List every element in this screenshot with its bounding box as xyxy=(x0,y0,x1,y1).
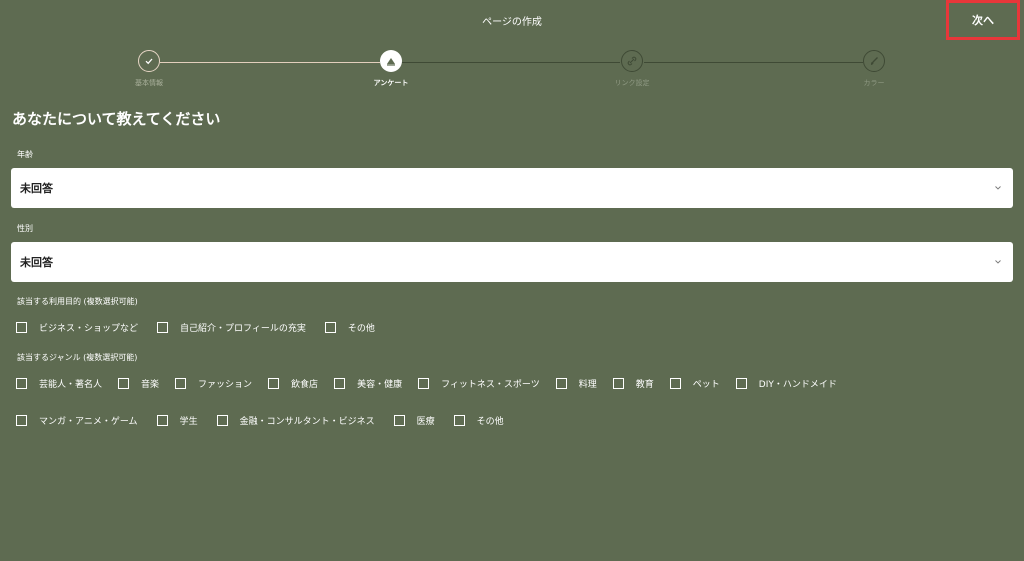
checkbox[interactable] xyxy=(324,321,336,333)
gender-select-value: 未回答 xyxy=(20,256,53,269)
checkmark-icon xyxy=(138,50,160,72)
survey-icon xyxy=(380,50,402,72)
genre-option[interactable]: 芸能人・著名人 xyxy=(16,376,102,390)
checkbox[interactable] xyxy=(216,414,228,426)
step-survey[interactable]: アンケート xyxy=(341,50,441,88)
brush-icon xyxy=(863,50,885,72)
genre-option[interactable]: 医療 xyxy=(393,413,435,427)
genre-option[interactable]: マンガ・アニメ・ゲーム xyxy=(16,413,138,427)
step-color[interactable]: カラー xyxy=(824,50,924,88)
checkbox[interactable] xyxy=(735,377,747,389)
page-heading: あなたについて教えてください xyxy=(12,110,221,128)
genre-option[interactable]: フィットネス・スポーツ xyxy=(418,376,540,390)
genre-option[interactable]: 飲食店 xyxy=(268,376,318,390)
gender-label: 性別 xyxy=(17,224,33,233)
next-button[interactable]: 次へ xyxy=(946,0,1020,40)
genre-option[interactable]: 教育 xyxy=(612,376,654,390)
step-label: リンク設定 xyxy=(614,79,650,87)
checkbox[interactable] xyxy=(118,377,130,389)
checkbox[interactable] xyxy=(393,414,405,426)
genre-option[interactable]: 美容・健康 xyxy=(334,376,402,390)
genre-option[interactable]: その他 xyxy=(453,413,504,427)
step-basic-info[interactable]: 基本情報 xyxy=(99,50,199,88)
progress-stepper: 基本情報 アンケート リンク設定 カラー xyxy=(0,50,1024,95)
checkbox[interactable] xyxy=(16,377,27,389)
chevron-down-icon xyxy=(995,260,1001,264)
checkbox[interactable] xyxy=(16,321,27,333)
genre-option[interactable]: ペット xyxy=(669,376,720,390)
genre-option[interactable]: 音楽 xyxy=(118,376,159,390)
checkbox[interactable] xyxy=(334,377,346,389)
checkbox[interactable] xyxy=(175,377,187,389)
age-label: 年齢 xyxy=(17,150,33,159)
age-select[interactable]: 未回答 xyxy=(11,168,1013,208)
purpose-option[interactable]: ビジネス・ショップなど xyxy=(16,320,138,334)
gender-select[interactable]: 未回答 xyxy=(11,242,1013,282)
checkbox[interactable] xyxy=(555,377,567,389)
genre-option[interactable]: 料理 xyxy=(555,376,597,390)
checkbox[interactable] xyxy=(268,377,280,389)
step-label: カラー xyxy=(863,79,885,87)
purpose-option[interactable]: その他 xyxy=(324,320,375,334)
genre-option[interactable]: ファッション xyxy=(175,376,252,390)
genre-label: 該当するジャンル (複数選択可能) xyxy=(17,353,138,362)
genre-option[interactable]: 金融・コンサルタント・ビジネス xyxy=(216,413,375,427)
checkbox[interactable] xyxy=(612,377,624,389)
purpose-label: 該当する利用目的 (複数選択可能) xyxy=(17,297,138,306)
genre-option[interactable]: 学生 xyxy=(156,413,198,427)
link-icon xyxy=(621,50,643,72)
purpose-options: ビジネス・ショップなど 自己紹介・プロフィールの充実 その他 xyxy=(16,320,375,334)
checkbox[interactable] xyxy=(669,377,681,389)
genre-option[interactable]: DIY・ハンドメイド xyxy=(735,376,837,390)
genre-options-row1: 芸能人・著名人 音楽 ファッション 飲食店 美容・健康 フィットネス・スポーツ … xyxy=(16,376,837,390)
page-header-title: ページの作成 xyxy=(482,17,542,28)
genre-options-row2: マンガ・アニメ・ゲーム 学生 金融・コンサルタント・ビジネス 医療 その他 xyxy=(16,413,504,427)
checkbox[interactable] xyxy=(157,321,169,333)
checkbox[interactable] xyxy=(418,377,430,389)
checkbox[interactable] xyxy=(156,414,168,426)
step-label: 基本情報 xyxy=(135,79,163,87)
step-link-settings[interactable]: リンク設定 xyxy=(582,50,682,88)
age-select-value: 未回答 xyxy=(20,182,53,195)
purpose-option[interactable]: 自己紹介・プロフィールの充実 xyxy=(157,320,306,334)
checkbox[interactable] xyxy=(16,414,27,426)
chevron-down-icon xyxy=(995,186,1001,190)
checkbox[interactable] xyxy=(453,414,465,426)
step-label: アンケート xyxy=(373,79,409,87)
